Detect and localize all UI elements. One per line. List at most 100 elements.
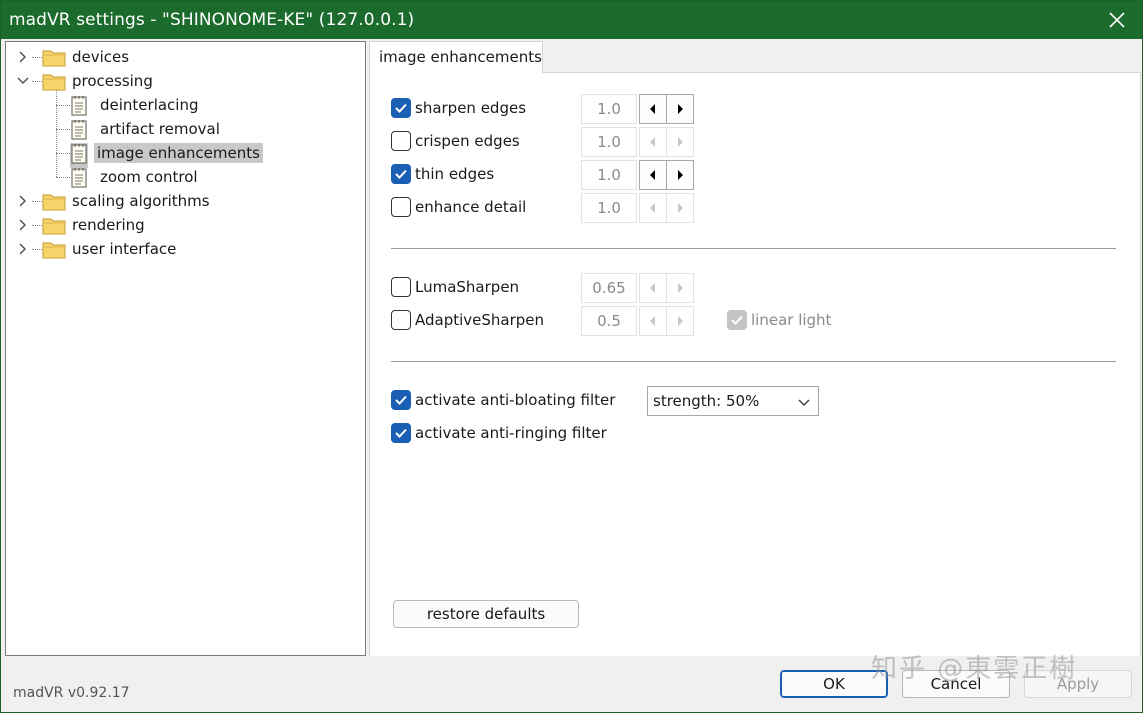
- chevron-right-icon[interactable]: [16, 194, 30, 208]
- folder-icon: [42, 72, 66, 95]
- enhance-detail-checkbox[interactable]: [391, 197, 411, 217]
- adaptivesharpen-value[interactable]: 0.5: [581, 306, 637, 336]
- sharpen-edges-decrease-button[interactable]: [639, 94, 667, 124]
- enhance-detail-increase-button[interactable]: [666, 193, 694, 223]
- thin-edges-decrease-button[interactable]: [639, 160, 667, 190]
- tree-item-devices[interactable]: devices: [6, 46, 306, 68]
- thin-edges-label: thin edges: [415, 165, 495, 183]
- page-icon: [70, 119, 88, 144]
- enhance-detail-decrease-button[interactable]: [639, 193, 667, 223]
- checkmark-icon: [395, 428, 407, 438]
- folder-icon: [42, 216, 66, 239]
- arrow-left-icon: [650, 203, 655, 213]
- arrow-left-icon: [650, 316, 655, 326]
- arrow-left-icon: [650, 170, 655, 180]
- sharpen-edges-checkbox[interactable]: [391, 98, 411, 118]
- page-icon: [70, 143, 88, 168]
- crispen-edges-decrease-button[interactable]: [639, 127, 667, 157]
- separator: [391, 248, 1116, 249]
- tree-label: user interface: [72, 240, 177, 258]
- settings-tree[interactable]: devices processing deinterlacing artifac…: [5, 41, 366, 656]
- tree-item-user-interface[interactable]: user interface: [6, 238, 306, 260]
- tree-item-artifact-removal[interactable]: artifact removal: [6, 118, 306, 140]
- linear-light-checkbox[interactable]: [727, 310, 747, 330]
- chevron-right-icon[interactable]: [16, 242, 30, 256]
- cancel-button[interactable]: Cancel: [902, 670, 1010, 698]
- thin-edges-value[interactable]: 1.0: [581, 160, 637, 190]
- apply-button[interactable]: Apply: [1024, 670, 1132, 698]
- tree-label: devices: [72, 48, 130, 66]
- title-bar: madVR settings - "SHINONOME-KE" (127.0.0…: [1, 1, 1142, 39]
- lumasharpen-decrease-button[interactable]: [639, 273, 667, 303]
- arrow-right-icon: [678, 316, 683, 326]
- folder-icon: [42, 48, 66, 71]
- crispen-edges-increase-button[interactable]: [666, 127, 694, 157]
- thin-edges-increase-button[interactable]: [666, 160, 694, 190]
- chevron-right-icon[interactable]: [16, 218, 30, 232]
- close-button[interactable]: [1102, 5, 1132, 35]
- chevron-down-icon: [798, 399, 810, 406]
- ok-button[interactable]: OK: [780, 670, 888, 698]
- tab-image-enhancements[interactable]: image enhancements: [369, 41, 543, 73]
- checkmark-icon: [395, 103, 407, 113]
- linear-light-label: linear light: [751, 311, 832, 329]
- adaptivesharpen-increase-button[interactable]: [666, 306, 694, 336]
- tree-item-scaling-algorithms[interactable]: scaling algorithms: [6, 190, 306, 212]
- tree-item-deinterlacing[interactable]: deinterlacing: [6, 94, 306, 116]
- sharpen-edges-increase-button[interactable]: [666, 94, 694, 124]
- arrow-right-icon: [678, 203, 683, 213]
- anti-bloating-checkbox[interactable]: [391, 390, 411, 410]
- anti-bloating-label: activate anti-bloating filter: [415, 391, 616, 409]
- folder-icon: [42, 192, 66, 215]
- anti-ringing-checkbox[interactable]: [391, 423, 411, 443]
- tree-label: processing: [72, 72, 153, 90]
- page-icon: [70, 95, 88, 120]
- crispen-edges-value[interactable]: 1.0: [581, 127, 637, 157]
- tree-item-zoom-control[interactable]: zoom control: [6, 166, 306, 188]
- arrow-left-icon: [650, 104, 655, 114]
- chevron-down-icon[interactable]: [16, 74, 30, 88]
- settings-panel: [369, 73, 1141, 656]
- tree-label: rendering: [72, 216, 145, 234]
- enhance-detail-label: enhance detail: [415, 198, 527, 216]
- lumasharpen-value[interactable]: 0.65: [581, 273, 637, 303]
- sharpen-edges-value[interactable]: 1.0: [581, 94, 637, 124]
- enhance-detail-value[interactable]: 1.0: [581, 193, 637, 223]
- anti-ringing-label: activate anti-ringing filter: [415, 424, 607, 442]
- tree-item-processing[interactable]: processing: [6, 70, 306, 92]
- checkmark-icon: [395, 169, 407, 179]
- version-label: madVR v0.92.17: [13, 685, 130, 701]
- checkmark-icon: [731, 315, 743, 325]
- settings-window: madVR settings - "SHINONOME-KE" (127.0.0…: [0, 0, 1143, 713]
- tree-label: deinterlacing: [100, 96, 199, 114]
- arrow-right-icon: [678, 104, 683, 114]
- close-icon: [1109, 12, 1125, 28]
- adaptivesharpen-decrease-button[interactable]: [639, 306, 667, 336]
- checkmark-icon: [395, 395, 407, 405]
- window-title: madVR settings - "SHINONOME-KE" (127.0.0…: [9, 10, 415, 30]
- crispen-edges-checkbox[interactable]: [391, 131, 411, 151]
- lumasharpen-increase-button[interactable]: [666, 273, 694, 303]
- arrow-right-icon: [678, 283, 683, 293]
- strength-select[interactable]: strength: 50%: [647, 386, 819, 416]
- thin-edges-checkbox[interactable]: [391, 164, 411, 184]
- sharpen-edges-label: sharpen edges: [415, 99, 527, 117]
- tree-item-image-enhancements[interactable]: image enhancements: [6, 142, 306, 168]
- tree-label: zoom control: [100, 168, 198, 186]
- folder-icon: [42, 240, 66, 263]
- lumasharpen-label: LumaSharpen: [415, 278, 520, 296]
- arrow-right-icon: [678, 137, 683, 147]
- adaptivesharpen-label: AdaptiveSharpen: [415, 311, 545, 329]
- chevron-right-icon[interactable]: [16, 50, 30, 64]
- arrow-left-icon: [650, 137, 655, 147]
- tree-item-rendering[interactable]: rendering: [6, 214, 306, 236]
- adaptivesharpen-checkbox[interactable]: [391, 310, 411, 330]
- tree-label: image enhancements: [94, 143, 263, 163]
- arrow-right-icon: [678, 170, 683, 180]
- restore-defaults-button[interactable]: restore defaults: [393, 600, 579, 628]
- lumasharpen-checkbox[interactable]: [391, 277, 411, 297]
- crispen-edges-label: crispen edges: [415, 132, 520, 150]
- tree-label: scaling algorithms: [72, 192, 210, 210]
- separator: [391, 361, 1116, 362]
- strength-select-value: strength: 50%: [653, 392, 760, 410]
